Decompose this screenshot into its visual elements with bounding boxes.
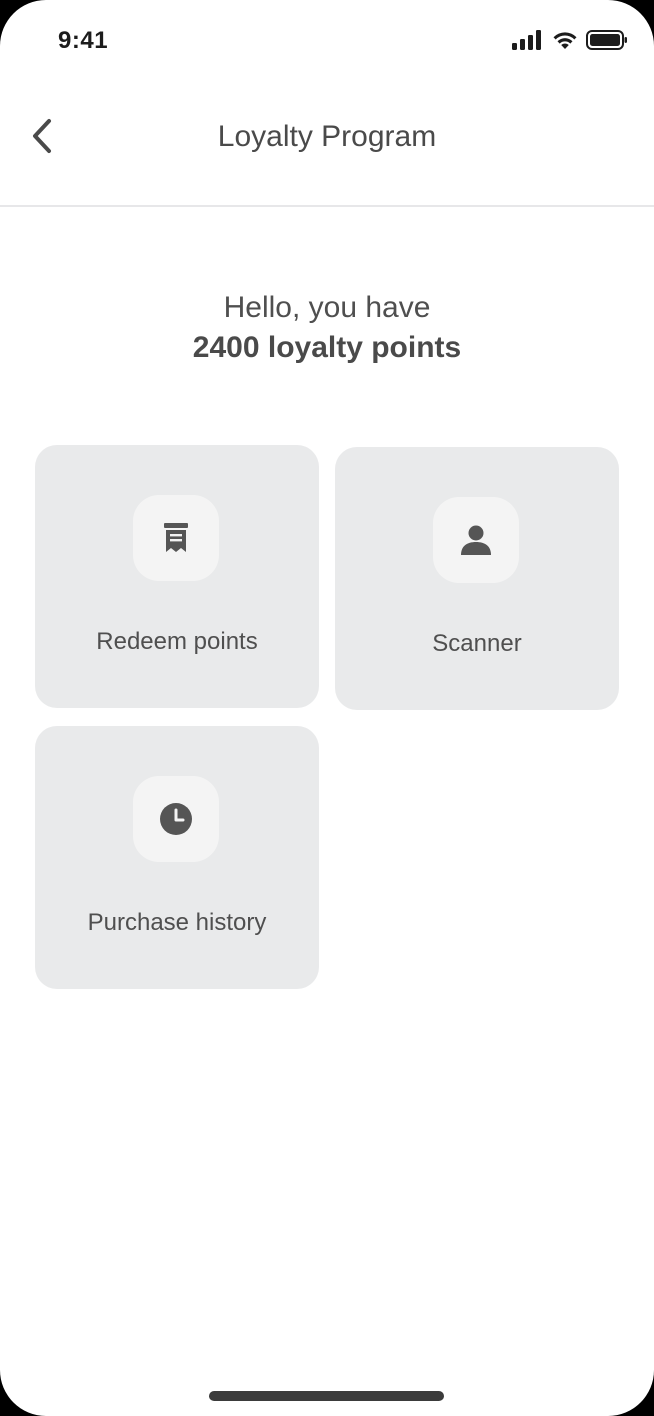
- wifi-icon: [553, 32, 577, 49]
- purchase-history-tile[interactable]: Purchase history: [35, 726, 319, 989]
- phone-screen: 9:41 Loyalty Program Hello, you have 240…: [0, 0, 654, 1416]
- greeting-text: Hello, you have: [223, 291, 431, 324]
- page-title: Loyalty Program: [217, 120, 437, 153]
- home-indicator[interactable]: [209, 1391, 444, 1401]
- tile-icon-container: [133, 495, 219, 581]
- tile-label: Scanner: [432, 630, 522, 657]
- status-bar: 9:41: [0, 0, 654, 84]
- receipt-icon: [164, 523, 188, 552]
- tile-icon-container: [133, 776, 219, 862]
- navigation-bar: Loyalty Program: [0, 84, 654, 207]
- greeting: Hello, you have 2400 loyalty points: [0, 288, 654, 368]
- scanner-tile[interactable]: Scanner: [335, 447, 619, 710]
- points-balance: 2400 loyalty points: [192, 331, 462, 364]
- redeem-points-tile[interactable]: Redeem points: [35, 445, 319, 708]
- tile-label: Redeem points: [96, 628, 258, 655]
- cellular-signal-icon: [512, 30, 541, 50]
- battery-icon: [586, 30, 627, 50]
- clock-icon: [160, 803, 192, 835]
- tile-label: Purchase history: [87, 909, 267, 936]
- status-icons: [512, 30, 628, 50]
- status-time: 9:41: [58, 27, 109, 54]
- person-icon: [461, 525, 491, 555]
- tile-icon-container: [433, 497, 519, 583]
